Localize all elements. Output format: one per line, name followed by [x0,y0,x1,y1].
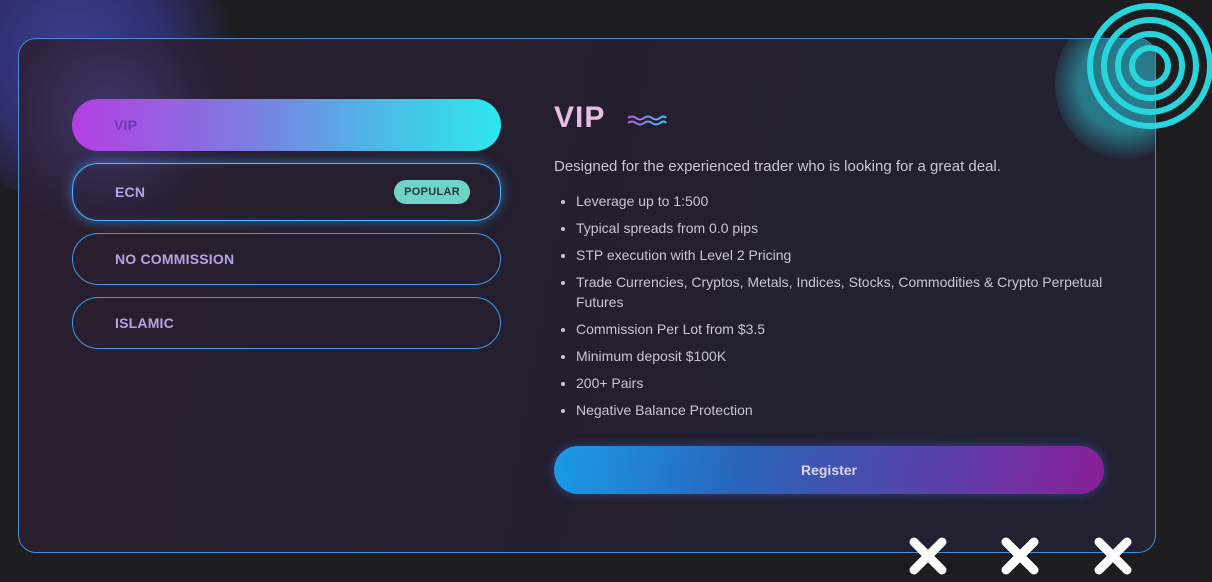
plan-description: Designed for the experienced trader who … [554,158,1001,175]
plan-tab-ecn[interactable]: ECN POPULAR [72,163,501,221]
plan-tab-label: VIP [114,117,138,133]
x-mark-icon [909,537,947,575]
feature-list: Leverage up to 1:500 Typical spreads fro… [554,191,1114,420]
plan-title-row: VIP [554,100,1114,136]
x-mark-icon [1001,537,1039,575]
x-mark-icon [1094,537,1132,575]
plan-tab-label: ISLAMIC [115,315,174,331]
feature-item: STP execution with Level 2 Pricing [576,245,1114,265]
popular-badge: POPULAR [394,180,470,204]
plan-tab-no-commission[interactable]: NO COMMISSION [72,233,501,285]
plan-tab-vip[interactable]: VIP [72,99,501,151]
plan-title: VIP [554,101,606,134]
plan-tab-label: NO COMMISSION [115,251,235,267]
plan-list: VIP ECN POPULAR NO COMMISSION ISLAMIC [72,99,501,361]
feature-item: Typical spreads from 0.0 pips [576,218,1114,238]
wave-icon [627,115,668,126]
plan-tab-islamic[interactable]: ISLAMIC [72,297,501,349]
feature-item: Leverage up to 1:500 [576,191,1114,211]
feature-item: 200+ Pairs [576,373,1114,393]
feature-item: Negative Balance Protection [576,400,1114,420]
feature-item: Trade Currencies, Cryptos, Metals, Indic… [576,272,1114,312]
feature-item: Commission Per Lot from $3.5 [576,319,1114,339]
plan-details: VIP Designed for the experienced trader … [554,100,1114,427]
plan-tab-label: ECN [115,184,146,200]
register-button[interactable]: Register [554,446,1104,494]
feature-item: Minimum deposit $100K [576,346,1114,366]
